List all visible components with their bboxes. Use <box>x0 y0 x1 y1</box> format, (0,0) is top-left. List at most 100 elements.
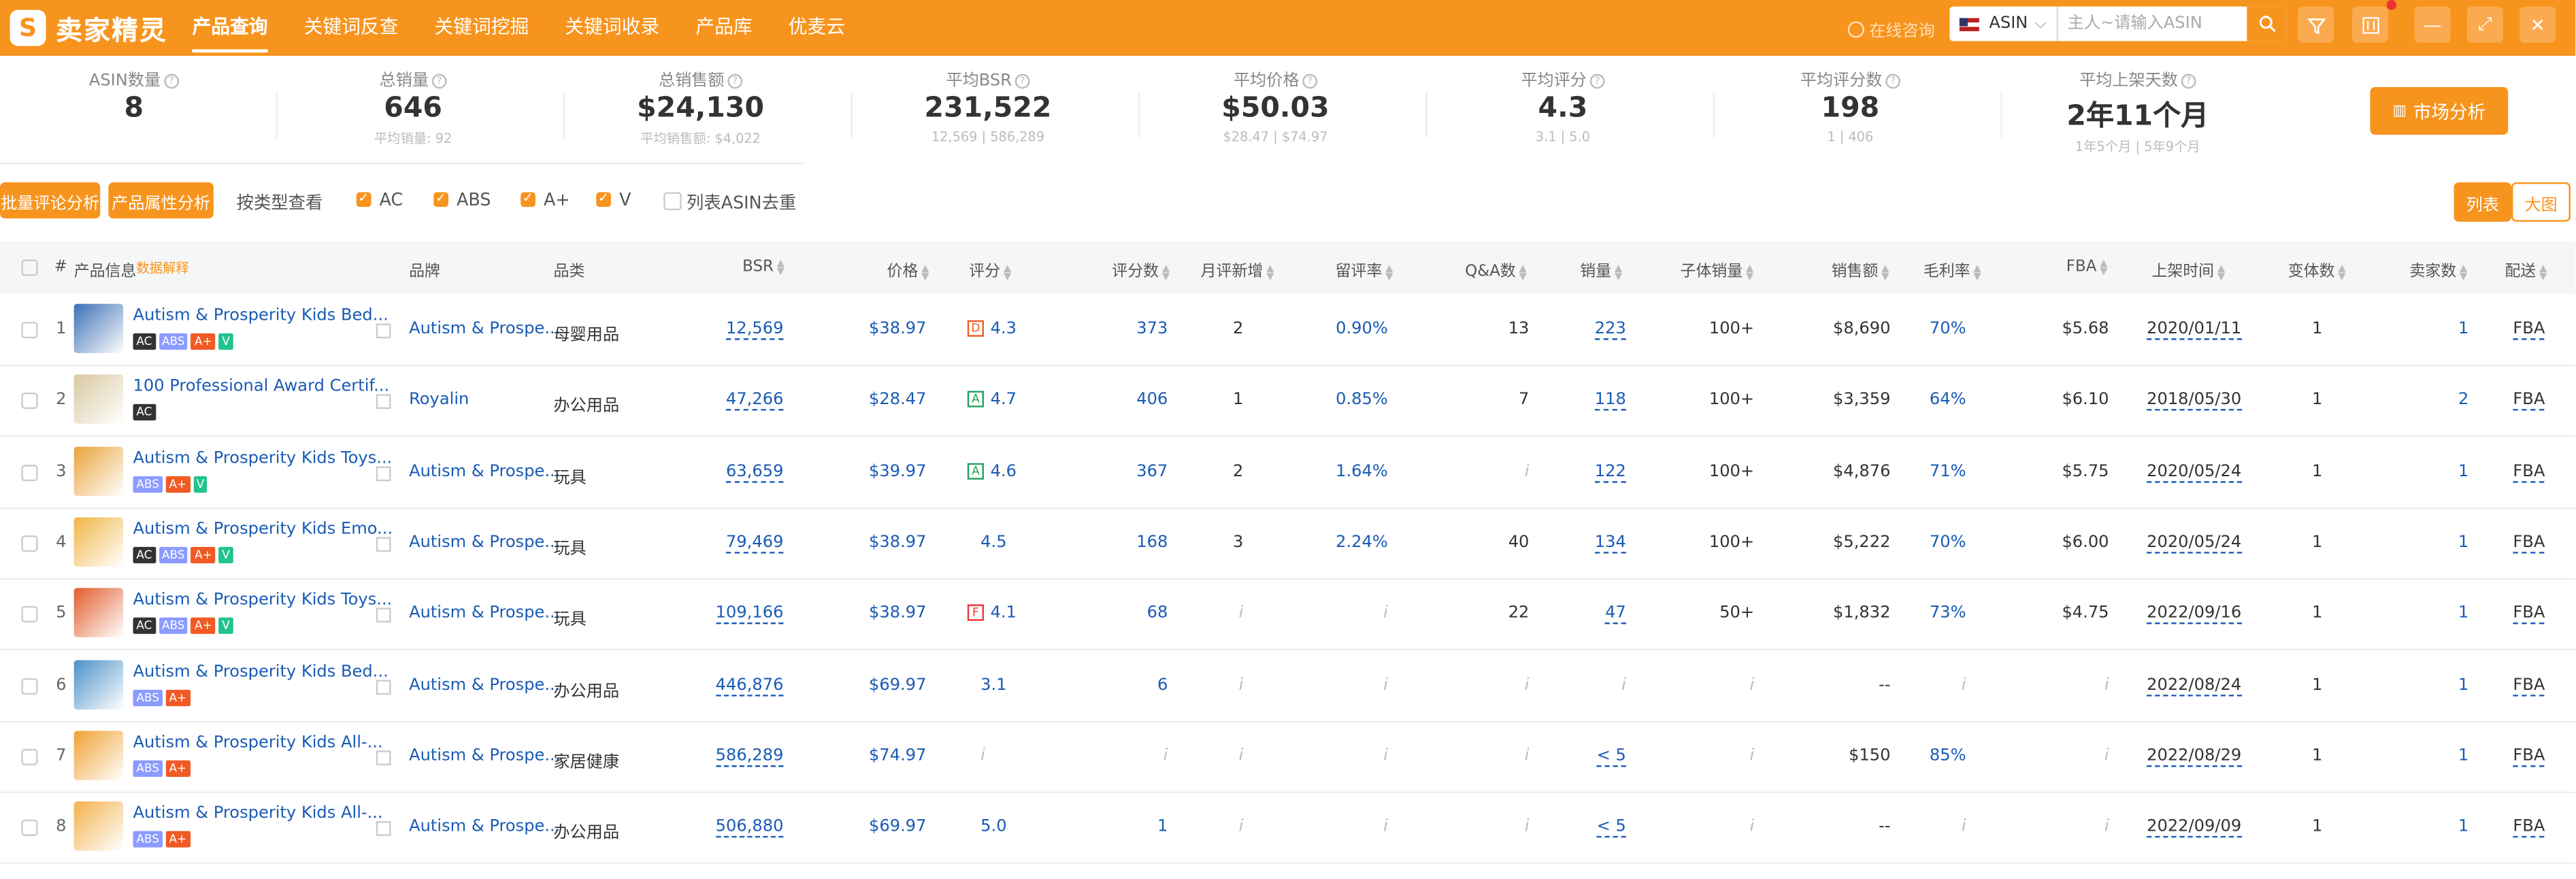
close-icon[interactable]: ✕ <box>2520 6 2556 43</box>
table-row[interactable]: 3 Autism & Prosperity Kids Toys... ABS A+ V A… <box>0 436 2576 509</box>
nav-item-1[interactable]: 关键词反查 <box>304 0 399 56</box>
bsr-value[interactable]: 446,876 <box>715 676 784 696</box>
brand-link[interactable]: Autism & Prospe... <box>409 747 560 765</box>
row-checkbox[interactable] <box>21 819 38 836</box>
col-header-sales[interactable]: 销量 ▲ ▼ <box>1580 258 1622 281</box>
help-icon[interactable]: ? <box>1589 73 1605 88</box>
row-checkbox[interactable] <box>21 322 38 339</box>
sales-value[interactable]: < 5 <box>1596 747 1626 767</box>
sort-icon[interactable]: ▲ ▼ <box>777 258 785 276</box>
col-header-reviews[interactable]: 评分数 ▲ ▼ <box>1112 258 1170 281</box>
brand-link[interactable]: Autism & Prospe... <box>409 320 560 339</box>
help-icon[interactable]: ? <box>163 73 179 88</box>
copy-icon[interactable] <box>376 465 391 481</box>
product-title-link[interactable]: Autism & Prosperity Kids Toys... <box>133 449 393 467</box>
col-header-ship[interactable]: 配送 ▲ ▼ <box>2505 258 2547 281</box>
sales-value[interactable]: 47 <box>1605 605 1626 625</box>
help-icon[interactable]: ? <box>2181 73 2196 88</box>
search-type-select[interactable]: ASIN <box>1989 15 2035 33</box>
sort-icon[interactable]: ▲ ▼ <box>2338 263 2345 281</box>
search-button[interactable] <box>2245 6 2287 42</box>
market-analysis-button[interactable]: ▥ 市场分析 <box>2370 86 2509 135</box>
table-row[interactable]: 5 Autism & Prosperity Kids Toys... AC ABS A+… <box>0 578 2576 651</box>
col-header-qa[interactable]: Q&A数 ▲ ▼ <box>1465 258 1527 281</box>
table-row[interactable]: 2 100 Professional Award Certif... AC Royal… <box>0 365 2576 437</box>
batch-review-analysis-button[interactable]: 批量评论分析 <box>0 182 101 219</box>
sales-value[interactable]: < 5 <box>1596 818 1626 838</box>
bsr-value[interactable]: 79,469 <box>725 533 784 554</box>
sellers-value[interactable]: 1 <box>2458 676 2468 694</box>
sales-value[interactable]: 134 <box>1594 533 1626 554</box>
sellers-value[interactable]: 1 <box>2458 533 2468 552</box>
help-icon[interactable]: ? <box>1302 73 1318 88</box>
col-header-bsr[interactable]: BSR ▲ ▼ <box>742 258 785 276</box>
checkbox-4[interactable] <box>663 192 682 210</box>
bsr-value[interactable]: 47,266 <box>725 391 784 412</box>
product-thumbnail[interactable] <box>73 588 124 638</box>
sales-value[interactable]: 122 <box>1594 463 1626 482</box>
row-checkbox[interactable] <box>21 606 38 623</box>
copy-icon[interactable] <box>376 821 391 836</box>
product-thumbnail[interactable] <box>73 801 124 851</box>
grid-view-button[interactable]: 大图 <box>2511 182 2571 222</box>
nav-item-0[interactable]: 产品查询 <box>192 0 268 53</box>
help-icon[interactable]: ? <box>727 73 743 88</box>
sort-icon[interactable]: ▲ ▼ <box>1004 263 1011 281</box>
sort-icon[interactable]: ▲ ▼ <box>2100 258 2107 276</box>
sellers-value[interactable]: 2 <box>2458 391 2468 410</box>
sellers-value[interactable]: 1 <box>2458 818 2468 836</box>
sales-value[interactable]: 118 <box>1594 391 1626 412</box>
settings-sliders-icon[interactable] <box>2351 6 2388 43</box>
brand-link[interactable]: Autism & Prospe... <box>409 818 560 836</box>
help-icon[interactable]: ? <box>1014 73 1030 88</box>
brand-link[interactable]: Autism & Prospe... <box>409 605 560 623</box>
col-header-variants[interactable]: 变体数 ▲ ▼ <box>2288 258 2346 281</box>
product-thumbnail[interactable] <box>73 303 124 354</box>
asin-search-input[interactable] <box>2064 13 2236 35</box>
table-row[interactable]: 4 Autism & Prosperity Kids Emo... AC ABS A+ V… <box>0 508 2576 580</box>
minimize-icon[interactable]: — <box>2414 6 2451 43</box>
checkbox-2[interactable] <box>521 190 535 208</box>
row-checkbox[interactable] <box>21 535 38 552</box>
table-row[interactable]: 8 Autism & Prosperity Kids All-... ABS A+ Au… <box>0 792 2576 864</box>
col-header-price[interactable]: 价格 ▲ ▼ <box>887 258 929 281</box>
row-checkbox[interactable] <box>21 677 38 694</box>
nav-item-3[interactable]: 关键词收录 <box>565 0 659 56</box>
brand-link[interactable]: Autism & Prospe... <box>409 463 560 481</box>
product-attribute-analysis-button[interactable]: 产品属性分析 <box>108 182 214 219</box>
col-header-variant_sales[interactable]: 子体销量 ▲ ▼ <box>1681 258 1754 281</box>
product-thumbnail[interactable] <box>73 517 124 567</box>
checkbox-3[interactable] <box>596 190 612 208</box>
col-header-revenue[interactable]: 销售额 ▲ ▼ <box>1832 258 1889 281</box>
copy-icon[interactable] <box>376 750 391 765</box>
maximize-icon[interactable]: ⤢ <box>2466 6 2503 43</box>
copy-icon[interactable] <box>376 679 391 694</box>
product-thumbnail[interactable] <box>73 375 124 425</box>
brand-link[interactable]: Royalin <box>409 391 469 410</box>
product-thumbnail[interactable] <box>73 730 124 780</box>
col-header-fba[interactable]: FBA ▲ ▼ <box>2066 258 2108 276</box>
row-checkbox[interactable] <box>21 748 38 765</box>
sort-icon[interactable]: ▲ ▼ <box>2539 263 2547 281</box>
help-icon[interactable]: ? <box>431 73 447 88</box>
bsr-value[interactable]: 12,569 <box>725 320 784 340</box>
nav-item-4[interactable]: 产品库 <box>695 0 752 56</box>
product-title-link[interactable]: Autism & Prosperity Kids Toys... <box>133 591 393 610</box>
table-row[interactable]: 7 Autism & Prosperity Kids All-... ABS A+ Au… <box>0 720 2576 793</box>
sort-icon[interactable]: ▲ ▼ <box>1746 263 1753 281</box>
brand-link[interactable]: Autism & Prospe... <box>409 533 560 552</box>
list-view-button[interactable]: 列表 <box>2454 182 2512 222</box>
copy-icon[interactable] <box>376 323 391 339</box>
col-header-sellers[interactable]: 卖家数 ▲ ▼ <box>2409 258 2467 281</box>
filter-icon[interactable] <box>2298 6 2334 43</box>
copy-icon[interactable] <box>376 608 391 623</box>
nav-item-2[interactable]: 关键词挖掘 <box>435 0 529 56</box>
copy-icon[interactable] <box>376 395 391 410</box>
sort-icon[interactable]: ▲ ▼ <box>1615 263 1622 281</box>
sort-icon[interactable]: ▲ ▼ <box>1973 263 1981 281</box>
col-header-rating[interactable]: 评分 ▲ ▼ <box>969 258 1011 281</box>
bsr-value[interactable]: 109,166 <box>715 605 784 625</box>
product-title-link[interactable]: Autism & Prosperity Kids Bed... <box>133 307 389 325</box>
sellers-value[interactable]: 1 <box>2458 605 2468 623</box>
nav-item-5[interactable]: 优麦云 <box>789 0 845 56</box>
